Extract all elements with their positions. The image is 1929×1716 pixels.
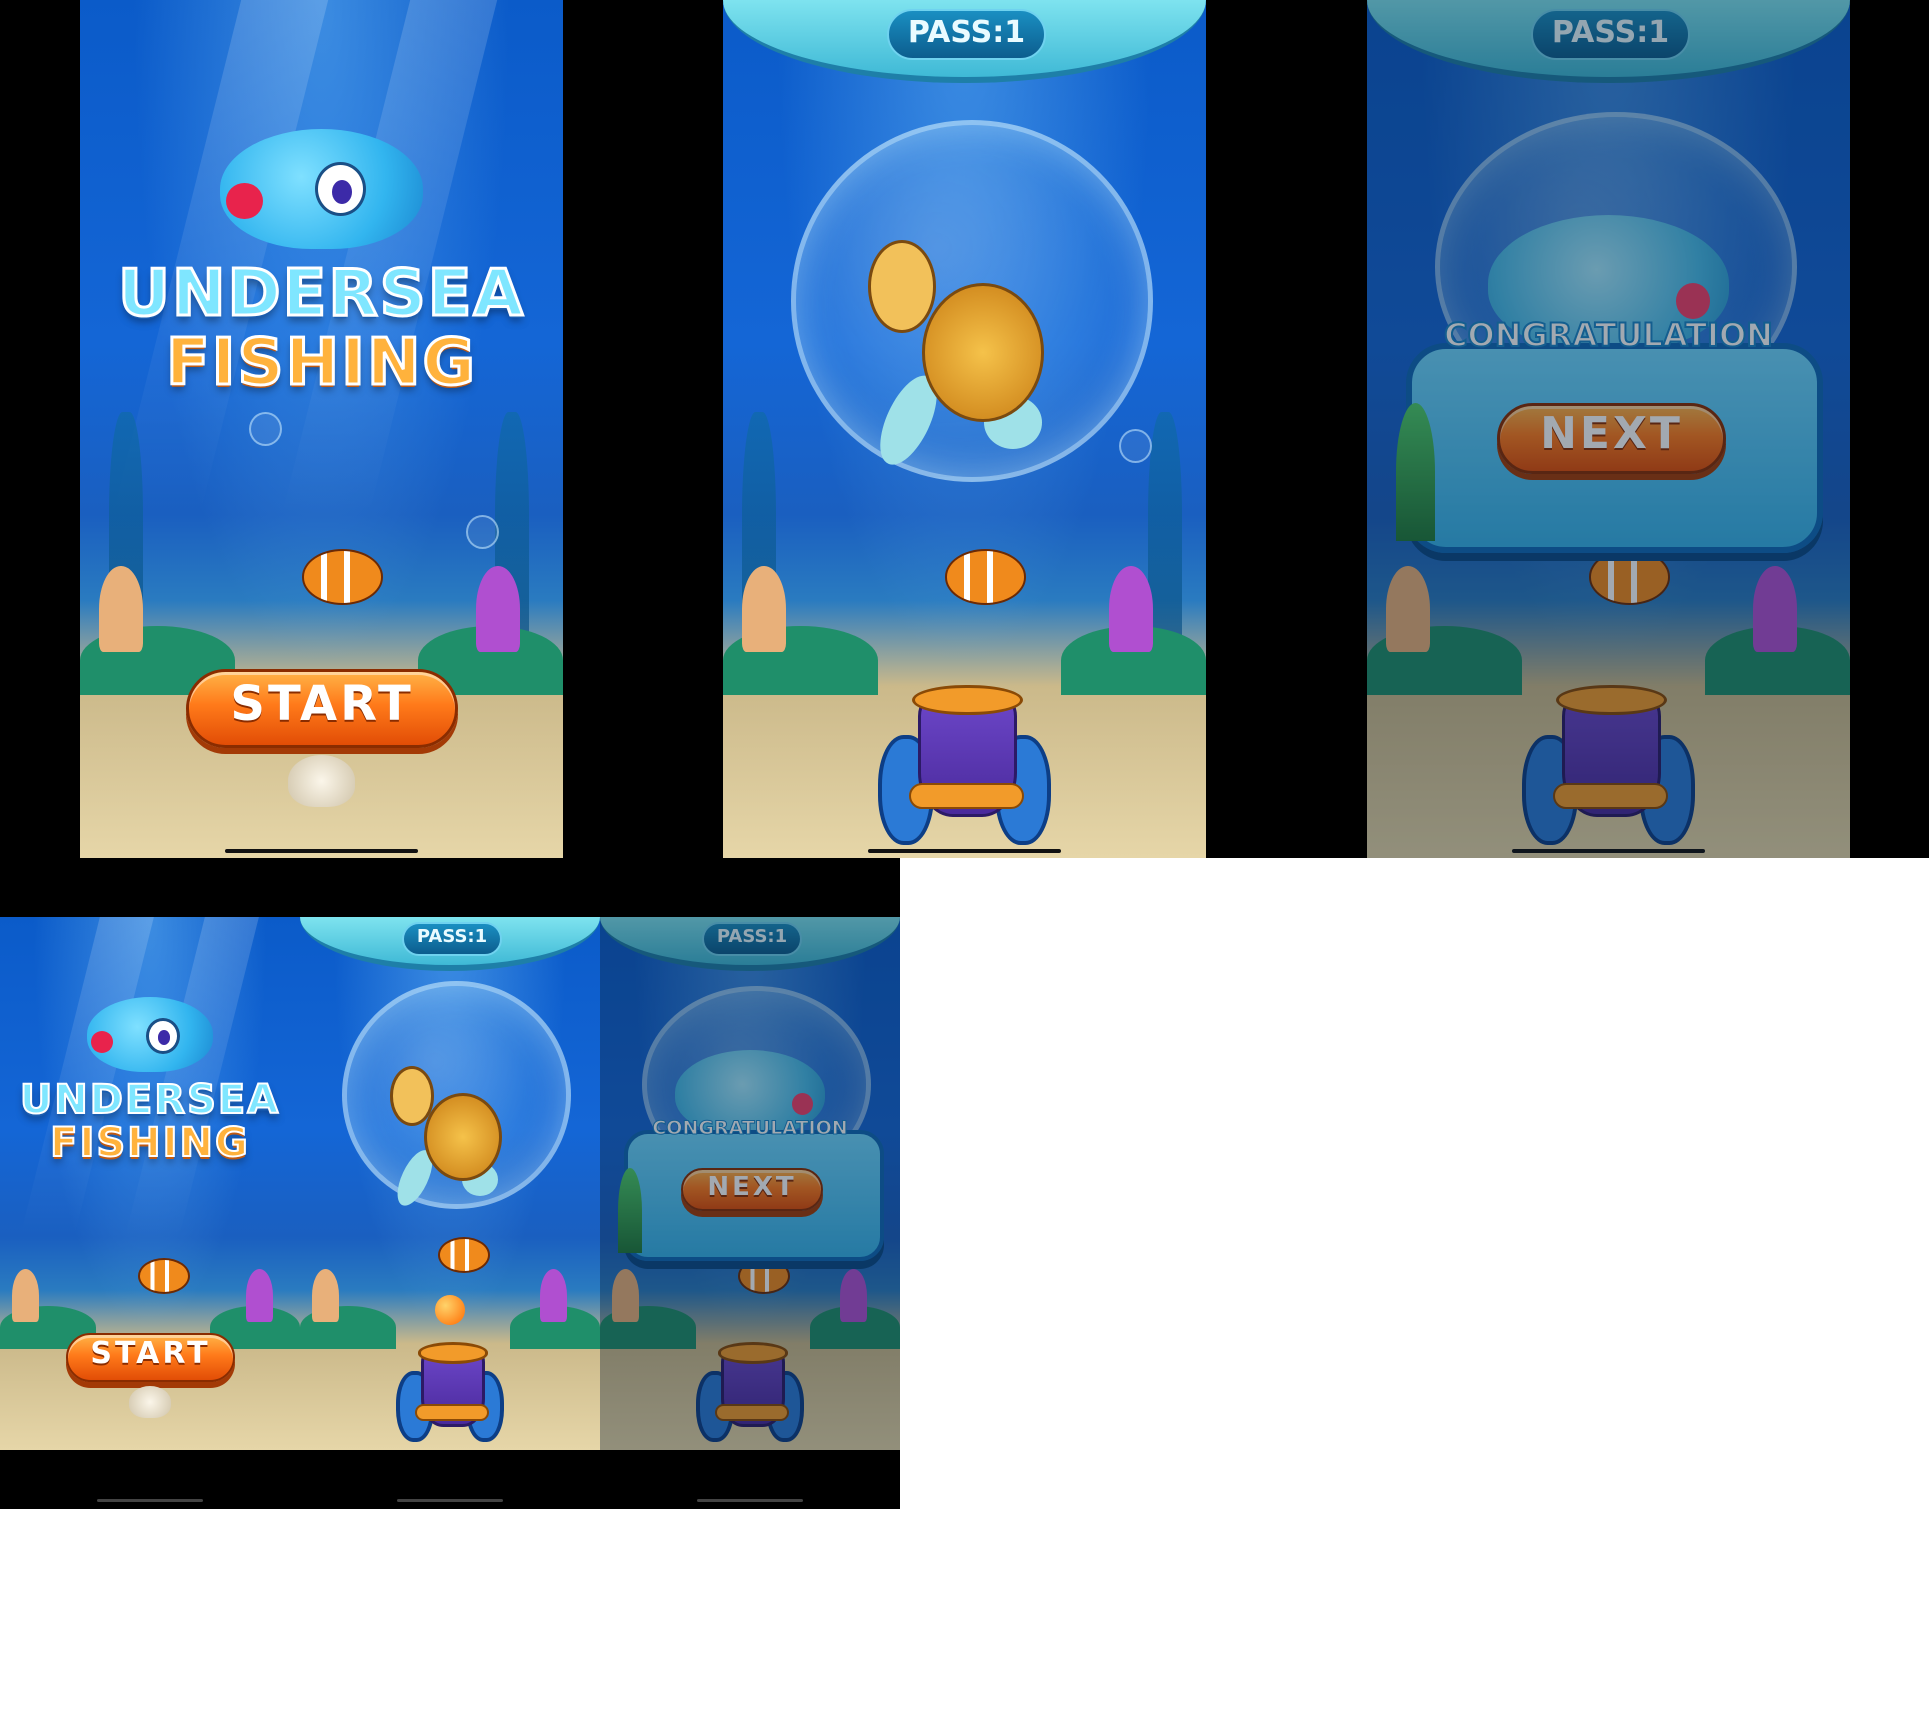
clownfish [1589, 549, 1671, 605]
cannon[interactable] [396, 1342, 504, 1443]
clownfish [138, 1258, 190, 1295]
play-screen-large: PASS:1 [723, 0, 1206, 858]
coral [1109, 566, 1153, 653]
cannon-rim [1556, 684, 1667, 716]
panel-seaweed [1395, 403, 1435, 541]
next-button[interactable]: NEXT [1497, 403, 1726, 474]
next-button[interactable]: NEXT [681, 1167, 823, 1212]
clownfish [738, 1258, 790, 1295]
pass-counter: PASS:1 [702, 922, 802, 956]
game-title-line2: FISHING [164, 325, 478, 402]
coral [840, 1268, 867, 1323]
coral [1386, 566, 1430, 653]
pufferfish-mascot [87, 996, 213, 1072]
clownfish [438, 1236, 490, 1273]
clownfish [945, 549, 1027, 605]
coral [99, 566, 143, 653]
mascot-eye [315, 162, 367, 217]
sea-turtle-target[interactable] [867, 240, 1061, 480]
pufferfish-lips [1676, 283, 1710, 319]
congratulation-title: CONGRATULATION [652, 1116, 848, 1139]
pufferfish-mascot [220, 128, 423, 249]
sea-turtle-target[interactable] [390, 1066, 510, 1215]
clownfish [302, 549, 384, 605]
play-screen-small: PASS:1 [300, 917, 600, 1450]
cannon-band [908, 783, 1025, 809]
cannon [1521, 684, 1696, 846]
start-screen-large: UNDERSEA FISHING START [80, 0, 563, 858]
mascot-lips [226, 182, 263, 219]
home-indicator [697, 1499, 803, 1502]
coral [312, 1268, 339, 1323]
cannon-ball [435, 1295, 465, 1325]
game-title-line1: UNDERSEA [117, 256, 525, 333]
pass-counter: PASS:1 [1531, 8, 1690, 60]
start-screen-small: UNDERSEA FISHING START [0, 917, 300, 1450]
cannon-band [415, 1403, 489, 1422]
coral [476, 566, 520, 653]
congratulation-title: CONGRATULATION [1443, 315, 1774, 355]
cannon-rim [912, 684, 1023, 716]
seashell [287, 755, 356, 807]
panel-seaweed [618, 1167, 642, 1253]
pass-counter: PASS:1 [887, 8, 1046, 60]
result-screen-small: PASS:1 CONGRATULATION NEXT [600, 917, 900, 1450]
home-indicator [1511, 848, 1706, 853]
start-button[interactable]: START [186, 669, 458, 749]
pass-counter: PASS:1 [402, 922, 502, 956]
cannon [696, 1342, 804, 1443]
home-indicator [867, 848, 1062, 853]
coral [1753, 566, 1797, 653]
pufferfish-lips [792, 1092, 813, 1116]
bubble [466, 514, 500, 549]
cannon-rim [717, 1342, 789, 1364]
turtle-head [390, 1066, 435, 1126]
cannon[interactable] [877, 684, 1052, 846]
bubble [249, 411, 283, 446]
cannon-band [1552, 783, 1669, 809]
home-indicator [397, 1499, 503, 1502]
mascot-eye [146, 1017, 180, 1054]
seashell [129, 1386, 171, 1418]
coral [742, 566, 786, 653]
mascot-lips [90, 1030, 114, 1053]
turtle-shell [921, 283, 1044, 422]
home-indicator [224, 848, 419, 853]
turtle-shell [423, 1093, 502, 1182]
cannon-rim [417, 1342, 489, 1364]
coral [12, 1268, 39, 1323]
result-screen-large: PASS:1 CONGRATULATION NEXT [1367, 0, 1850, 858]
coral [612, 1268, 639, 1323]
turtle-head [867, 240, 936, 333]
home-indicator [97, 1499, 203, 1502]
bubble [1119, 429, 1153, 464]
coral [246, 1268, 273, 1323]
game-title-line2: FISHING [49, 1119, 250, 1167]
coral [540, 1268, 567, 1323]
game-title-line1: UNDERSEA [19, 1076, 281, 1124]
cannon-band [715, 1403, 789, 1422]
start-button[interactable]: START [66, 1332, 235, 1383]
